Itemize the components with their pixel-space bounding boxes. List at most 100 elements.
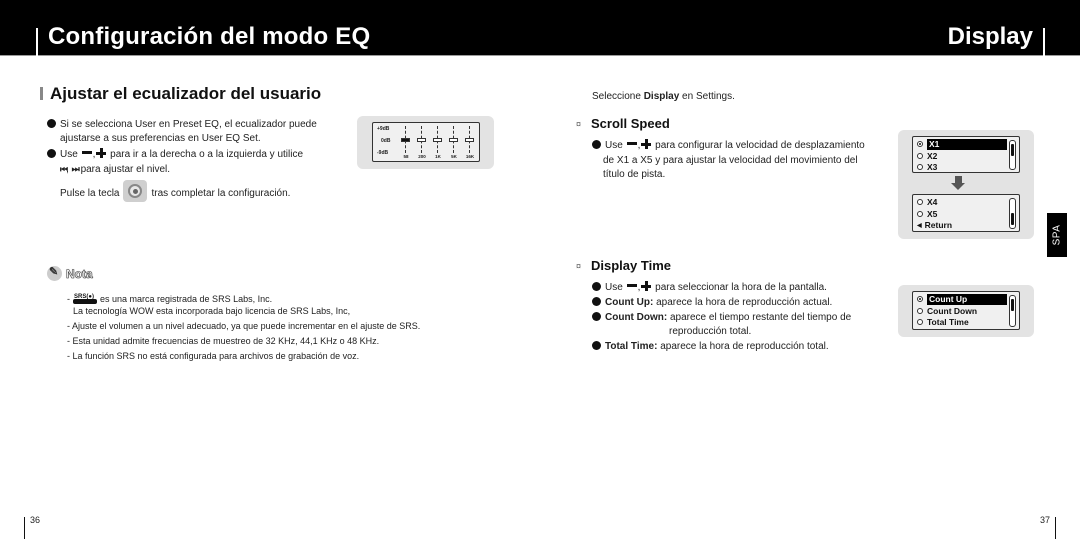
scroll-speed-line3: título de pista. bbox=[603, 169, 666, 180]
eq-slider-knob[interactable] bbox=[433, 137, 442, 142]
scrollbar-thumb bbox=[1011, 213, 1014, 225]
radio-icon bbox=[917, 152, 923, 159]
menu-option[interactable]: Count Down bbox=[917, 306, 977, 317]
header-bar-right bbox=[1043, 28, 1045, 58]
menu-option-label: Count Down bbox=[927, 305, 978, 316]
eq-band-slider[interactable] bbox=[449, 126, 459, 153]
intro-post: en Settings. bbox=[679, 91, 735, 102]
note-item-5: - La función SRS no está configurada par… bbox=[67, 351, 360, 361]
radio-icon bbox=[917, 210, 923, 217]
scroll-speed-title: ¤ Scroll Speed bbox=[576, 116, 670, 131]
eq-band-frequency: 58 bbox=[403, 154, 409, 159]
bullet-2-line2: ⏮, ⏭ para ajustar el nivel. bbox=[60, 164, 171, 175]
menu-option[interactable]: X5 bbox=[917, 209, 937, 220]
intro-bold: Display bbox=[643, 91, 680, 102]
menu-option-label: X3 bbox=[927, 162, 938, 172]
eq-band-slider[interactable] bbox=[465, 126, 475, 153]
page-title-right: Display bbox=[947, 23, 1033, 50]
intro-line: Seleccione Display en Settings. bbox=[592, 89, 735, 104]
previous-track-icon: ⏮ bbox=[60, 164, 68, 174]
page-header: Configuración del modo EQ Display bbox=[0, 0, 1080, 58]
eq-band-slider[interactable] bbox=[417, 126, 427, 153]
menu-option[interactable]: X4 bbox=[917, 197, 937, 208]
radio-icon bbox=[917, 319, 923, 325]
radio-icon bbox=[917, 307, 923, 314]
radio-icon bbox=[917, 296, 923, 302]
scroll-speed-screen-2: X4 X5 ◀ Return bbox=[912, 194, 1020, 232]
eq-band-frequency: 16K bbox=[465, 154, 475, 159]
eq-band-frequency: 1K bbox=[435, 154, 441, 159]
language-tab-label: SPA bbox=[1051, 224, 1063, 246]
bullet-icon bbox=[47, 119, 56, 128]
language-tab: SPA bbox=[1047, 213, 1067, 257]
eq-slider-knob[interactable] bbox=[401, 137, 410, 142]
bullet-2: Use , para ir a la derecha o a la izquie… bbox=[47, 147, 303, 162]
menu-option[interactable]: ◀ Return bbox=[917, 220, 952, 231]
eq-display-screen: +9dB 0dB -9dB 58 200 1K 5K 16K bbox=[372, 122, 480, 162]
press-pre: Pulse la tecla bbox=[60, 188, 120, 199]
scrollbar bbox=[1009, 140, 1016, 170]
menu-option[interactable]: Count Up bbox=[917, 294, 1007, 305]
eq-band-slider[interactable] bbox=[433, 126, 443, 153]
page-number-left: 36 bbox=[30, 515, 41, 525]
eq-band-slider[interactable] bbox=[401, 126, 411, 153]
eq-band-frequency: 5K bbox=[451, 154, 457, 159]
display-time-title-text: Display Time bbox=[591, 258, 671, 273]
menu-option-label: X1 bbox=[927, 139, 1007, 150]
eq-db-label-bottom: -9dB bbox=[377, 150, 389, 156]
menu-option-label: Total Time bbox=[927, 317, 969, 327]
display-time-total-time: Total Time: aparece la hora de reproducc… bbox=[592, 339, 829, 354]
return-arrow-icon: ◀ bbox=[917, 223, 922, 229]
desc: aparece la hora de reproducción actual. bbox=[656, 297, 833, 308]
section-bullet-icon: ¤ bbox=[576, 261, 582, 271]
eq-band-frequency: 200 bbox=[418, 154, 426, 159]
eq-slider-knob[interactable] bbox=[465, 137, 474, 142]
note-item-2: La tecnología WOW esta incorporada bajo … bbox=[73, 306, 351, 316]
srs-logo-icon: SRS(●) bbox=[73, 292, 97, 305]
scrollbar-thumb bbox=[1011, 144, 1014, 156]
note-dash: - bbox=[67, 294, 70, 304]
note-item-1-text: es una marca registrada de SRS Labs, Inc… bbox=[100, 294, 273, 304]
menu-option[interactable]: X3 bbox=[917, 162, 937, 173]
section-bullet-icon: ¤ bbox=[576, 119, 582, 129]
header-bar-left bbox=[36, 28, 38, 58]
term: Count Down: bbox=[605, 312, 668, 323]
bullet-1-line2: ajustarse a sus preferencias en User EQ … bbox=[60, 133, 261, 144]
menu-option-label: Count Up bbox=[927, 294, 1007, 305]
menu-option[interactable]: X1 bbox=[917, 139, 1007, 150]
note-pencil-icon bbox=[47, 265, 62, 281]
bullet-icon bbox=[592, 341, 601, 350]
intro-pre: Seleccione bbox=[592, 91, 644, 102]
eq-slider-knob[interactable] bbox=[449, 137, 458, 142]
note-title: Nota bbox=[66, 267, 93, 282]
plus-icon bbox=[641, 281, 652, 291]
display-time-count-down: Count Down: aparece el tiempo restante d… bbox=[592, 310, 851, 325]
note-item-srs: - SRS(●) es una marca registrada de SRS La… bbox=[67, 292, 272, 306]
display-time-count-up: Count Up: aparece la hora de reproducció… bbox=[592, 295, 832, 310]
eq-slider-knob[interactable] bbox=[417, 137, 426, 142]
desc: aparece el tiempo restante del tiempo de bbox=[669, 312, 852, 323]
bullet-1-line1: Si se selecciona User en Preset EQ, el e… bbox=[60, 119, 317, 130]
scroll-speed-title-text: Scroll Speed bbox=[591, 116, 670, 131]
menu-option-label: Return bbox=[924, 220, 953, 230]
display-time-line1: para seleccionar la hora de la pantalla. bbox=[655, 282, 827, 293]
use-text: Use bbox=[605, 140, 623, 151]
bullet-icon bbox=[592, 312, 601, 321]
note-item-4: - Esta unidad admite frecuencias de mues… bbox=[67, 336, 380, 346]
term: Total Time: bbox=[605, 341, 658, 352]
display-time-screen: Count Up Count Down Total Time bbox=[912, 291, 1020, 330]
eq-db-label-mid: 0dB bbox=[381, 138, 391, 144]
bullet-2-use: Use bbox=[60, 149, 78, 160]
bullet-1: Si se selecciona User en Preset EQ, el e… bbox=[47, 117, 317, 132]
radio-icon bbox=[917, 164, 923, 170]
menu-option[interactable]: Total Time bbox=[917, 317, 969, 328]
section-marker bbox=[40, 87, 43, 100]
menu-option[interactable]: X2 bbox=[917, 151, 937, 162]
eq-db-label-top: +9dB bbox=[377, 126, 390, 132]
section-title: Ajustar el ecualizador del usuario bbox=[40, 84, 321, 104]
scrollbar bbox=[1009, 295, 1016, 327]
menu-option-label: X2 bbox=[927, 150, 938, 161]
display-time-title: ¤ Display Time bbox=[576, 258, 671, 273]
bullet-icon bbox=[47, 149, 56, 158]
display-time-count-down-line2: reproducción total. bbox=[669, 326, 752, 337]
